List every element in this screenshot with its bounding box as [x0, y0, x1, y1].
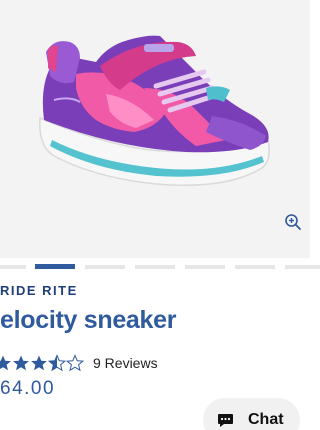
chat-button[interactable]: Chat	[203, 398, 300, 430]
gallery-dot[interactable]	[85, 265, 125, 269]
rating-row[interactable]: 9 Reviews	[0, 353, 158, 373]
star-full-icon	[31, 355, 47, 371]
chat-bubble-icon	[218, 413, 233, 427]
gallery-dot-active[interactable]	[35, 264, 75, 269]
gallery-dot[interactable]	[285, 265, 320, 269]
star-empty-icon	[66, 354, 84, 372]
product-title: elocity sneaker	[0, 306, 177, 334]
star-full-icon	[13, 355, 29, 371]
product-image-sneaker[interactable]	[36, 28, 276, 198]
reviews-link[interactable]: 9 Reviews	[93, 355, 158, 371]
star-half-icon	[48, 354, 66, 372]
gallery-dot[interactable]	[0, 265, 26, 269]
zoom-in-icon[interactable]	[284, 213, 302, 231]
star-full-icon	[0, 355, 11, 371]
chat-label: Chat	[248, 411, 284, 428]
product-price: 64.00	[0, 378, 56, 399]
gallery-dot[interactable]	[235, 265, 275, 269]
gallery-pagination	[0, 264, 320, 270]
gallery-dot[interactable]	[185, 265, 225, 269]
brand-name[interactable]: RIDE RITE	[0, 283, 78, 298]
star-rating	[0, 354, 84, 372]
product-image-gallery[interactable]	[0, 0, 310, 258]
gallery-dot[interactable]	[135, 265, 175, 269]
